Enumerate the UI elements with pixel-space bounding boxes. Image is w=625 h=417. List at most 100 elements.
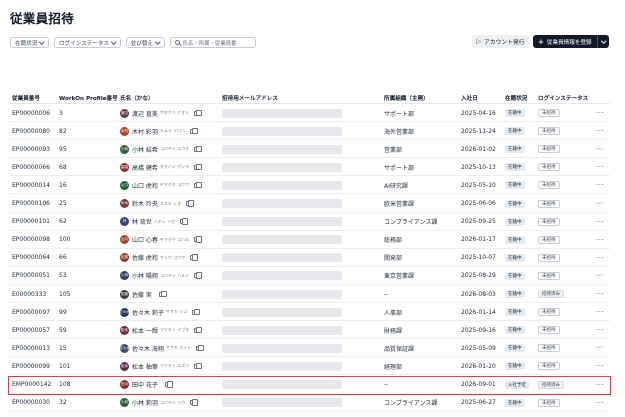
- more-icon: ···: [596, 181, 605, 190]
- table-row[interactable]: EP00000106 25 鈴木 鈴木 玲央 スズキ レオ 欧米営業課 2025-06-06…: [0, 195, 625, 213]
- emp-no-cell: EP00000093: [12, 145, 50, 153]
- profile-no-cell: 105: [59, 290, 71, 298]
- copy-icon[interactable]: [194, 272, 202, 279]
- name-cell: 佐々木 佐々木 莉子 ササキ リコ: [120, 303, 200, 321]
- table-row[interactable]: EP00000066 68 高橋 高橋 健希 タカハシ ゲンキ サポート部 2025-10-…: [0, 158, 625, 177]
- employee-kana: コバヤシ リウ: [159, 399, 186, 405]
- row-more-button[interactable]: ···: [596, 394, 604, 412]
- copy-icon[interactable]: [194, 145, 202, 153]
- copy-icon[interactable]: [158, 290, 167, 297]
- login-status-badge: 未招待: [538, 109, 560, 117]
- search-input[interactable]: 氏名・所属・従業員番: [169, 37, 256, 48]
- status-badge: 在籍中: [505, 163, 525, 172]
- row-more-button[interactable]: ···: [596, 357, 604, 375]
- column-header-emp-no[interactable]: 従業員番号: [12, 94, 40, 102]
- row-more-button[interactable]: ···: [596, 213, 604, 231]
- copy-icon[interactable]: [192, 308, 200, 316]
- table-row[interactable]: E00000333 105 佐藤 佐藤 実 -- 2026-08-03 在籍中 招待済み ···: [0, 285, 625, 303]
- table-row[interactable]: EP00000101 62 林林 琉世 ハヤシ リセ コンプライアンス課 2025-09-…: [0, 213, 625, 231]
- redacted-email: [222, 108, 342, 118]
- table-row[interactable]: EP00000080 82 木村 木村 彩羽 キムラ イロハ 海外営業部 2025-11-2…: [0, 122, 625, 141]
- copy-icon[interactable]: [190, 399, 198, 406]
- table-row[interactable]: EP00000098 100 山口 山口 心春 ヤマグチ コハル 総務部 2026-01-1…: [0, 231, 625, 249]
- table-row[interactable]: EP00000057 59 松本 松本 一輝 マツモト イブキ 財務課 2025-09-16…: [0, 321, 625, 340]
- table-row[interactable]: EP00000051 53 小林 小林 陽翔 コバヤシ ハルト 東京営業課 2025-08-…: [0, 267, 625, 285]
- profile-no-cell: 32: [59, 399, 67, 407]
- row-more-button[interactable]: ···: [596, 267, 604, 285]
- status-cell: 在籍中: [505, 158, 525, 176]
- column-header-profile-no[interactable]: WorkOn Profile番号: [59, 94, 118, 102]
- column-header-name[interactable]: 氏名（かな）: [120, 94, 154, 102]
- login-status-badge: 未招待: [538, 308, 560, 317]
- login-status-badge: 未招待: [538, 163, 560, 172]
- copy-icon[interactable]: [194, 181, 202, 189]
- column-header-email[interactable]: 招待用メールアドレス: [222, 94, 278, 102]
- copy-icon[interactable]: [194, 236, 202, 243]
- table-row[interactable]: EP00000093 95 小林 小林 結希 コバヤシ ユウキ 営業部 2026-01-02…: [0, 140, 625, 159]
- table-row[interactable]: EP00000013 15 佐々木 佐々木 海翔 ササキ カイト 品質保証課 2025-05…: [0, 339, 625, 358]
- table-row[interactable]: EP00000030 32 小林 小林 莉羽 コバヤシ リウ コンプライアンス課 2025-…: [0, 394, 625, 412]
- account-issue-button[interactable]: ▷ アカウント発行: [472, 35, 529, 48]
- table-row[interactable]: EP00000014 16 山口 山口 虎和 ヤマグチ コウワ AI研究課 2025-05-…: [0, 176, 625, 195]
- column-header-org[interactable]: 所属組織（主務）: [384, 94, 429, 102]
- search-icon: [174, 40, 180, 45]
- employee-name: 鈴木 玲央: [132, 201, 158, 208]
- email-cell: [222, 122, 342, 140]
- redacted-email: [222, 144, 342, 154]
- sort-filter[interactable]: 並び替え: [125, 37, 165, 48]
- login-status-filter[interactable]: ログインステータス: [53, 37, 121, 48]
- row-more-button[interactable]: ···: [596, 339, 604, 357]
- employee-name: 渡辺 直美: [132, 110, 158, 118]
- profile-no-cell: 15: [59, 344, 67, 352]
- copy-icon[interactable]: [190, 254, 198, 261]
- row-more-button[interactable]: ···: [596, 140, 604, 158]
- row-more-button[interactable]: ···: [596, 195, 604, 213]
- column-header-login[interactable]: ログインステータス: [538, 94, 588, 102]
- employment-status-filter[interactable]: 在籍状況: [10, 37, 49, 48]
- status-badge: 在籍中: [505, 145, 525, 154]
- more-icon: ···: [596, 145, 605, 154]
- send-icon: ▷: [476, 38, 482, 45]
- register-dropdown-button[interactable]: [598, 38, 609, 43]
- table-row[interactable]: EP00000097 99 佐々木 佐々木 莉子 ササキ リコ 人事部 2026-01-14…: [0, 303, 625, 322]
- row-more-button[interactable]: ···: [596, 122, 604, 140]
- row-more-button[interactable]: ···: [596, 176, 604, 194]
- org-cell: 総務部: [384, 237, 403, 245]
- employee-name: 山口 虎和: [132, 182, 158, 190]
- status-cell: 在籍中: [505, 231, 525, 249]
- row-more-button[interactable]: ···: [596, 249, 604, 267]
- row-more-button[interactable]: ···: [596, 285, 604, 303]
- copy-icon[interactable]: [194, 109, 202, 116]
- row-more-button[interactable]: ···: [596, 303, 604, 321]
- copy-icon[interactable]: [194, 163, 202, 171]
- employee-kana: ヤマグチ コウワ: [159, 182, 190, 188]
- row-more-button[interactable]: ···: [596, 231, 604, 249]
- copy-icon[interactable]: [190, 127, 198, 135]
- copy-icon[interactable]: [194, 326, 202, 334]
- org-cell: 東京営業課: [384, 273, 415, 281]
- copy-icon[interactable]: [196, 344, 204, 352]
- register-employee-button[interactable]: + 従業員情報を登録: [533, 38, 597, 46]
- login-cell: 未招待: [538, 213, 560, 231]
- register-employee-label: 従業員情報を登録: [546, 39, 592, 46]
- table-row[interactable]: EP00000099 101 松本 松本 柚葉 マツモト ユズハ 経理部 2026-01-2…: [0, 357, 625, 376]
- login-status-badge: 未招待: [538, 253, 560, 262]
- table-row[interactable]: EP00000064 66 佐藤 佐藤 虎和 サトウ コウワ 開発部 2025-10-07 在…: [0, 249, 625, 267]
- row-more-button[interactable]: ···: [596, 158, 604, 176]
- copy-icon[interactable]: [186, 200, 194, 207]
- copy-icon[interactable]: [194, 362, 202, 370]
- column-header-join-date[interactable]: 入社日: [461, 94, 478, 102]
- row-more-button[interactable]: ···: [596, 321, 604, 339]
- profile-no-cell: 99: [59, 308, 67, 316]
- login-cell: 未招待: [538, 158, 560, 176]
- table-row[interactable]: EMP0000142 108 田中 田中 花子 -- 2026-09-01 入社予定 招待済み…: [0, 375, 625, 395]
- table-row[interactable]: EP00000006 3 渡辺 渡辺 直美 ワタナベ ナオミ サポート部 2025-04-1…: [0, 104, 625, 122]
- copy-icon[interactable]: [180, 218, 188, 225]
- status-badge: 在籍中: [505, 290, 525, 298]
- avatar: 小林: [120, 398, 129, 408]
- status-cell: 在籍中: [505, 303, 525, 321]
- more-icon: ···: [596, 271, 605, 280]
- column-header-status[interactable]: 在籍状況: [505, 94, 527, 102]
- employee-name: 林 琉世: [132, 219, 152, 227]
- row-more-button[interactable]: ···: [596, 104, 604, 122]
